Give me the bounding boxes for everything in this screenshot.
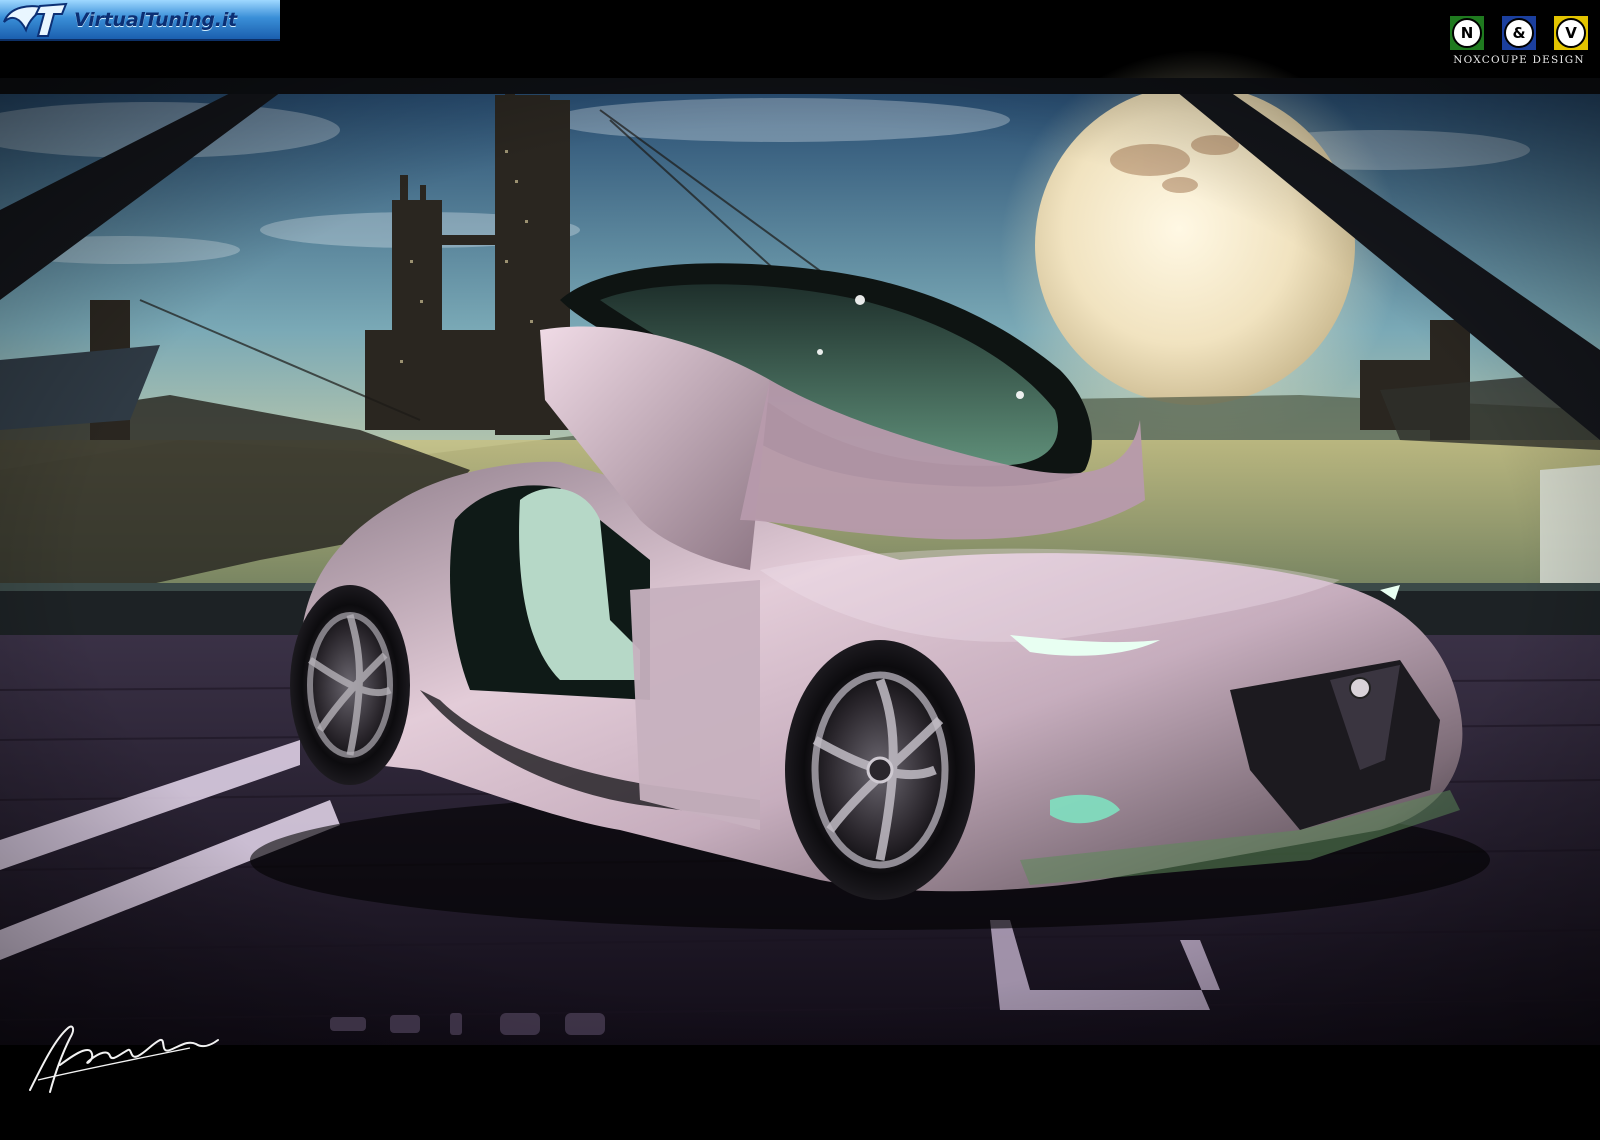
site-name: VirtualTuning.it — [74, 8, 238, 31]
logo-letter-v: V — [1556, 18, 1586, 48]
floor-marking-text — [330, 1013, 605, 1035]
logo-caption: NOXCOUPE DESIGN — [1453, 54, 1585, 66]
vt-logo-icon — [0, 0, 70, 39]
logo-letter-ampersand: & — [1504, 18, 1534, 48]
artwork-canvas: VirtualTuning.it N & V NOXCOUPE DESIGN — [0, 0, 1600, 1140]
noxcoupe-design-logo: N & V NOXCOUPE DESIGN — [1450, 16, 1588, 66]
artist-signature — [29, 1025, 219, 1093]
logo-letter-n: N — [1452, 18, 1482, 48]
virtualtuning-badge[interactable]: VirtualTuning.it — [0, 0, 280, 41]
logo-tile-ampersand: & — [1502, 16, 1536, 50]
logo-tile-n: N — [1450, 16, 1484, 50]
logo-tile-v: V — [1554, 16, 1588, 50]
car-artwork — [0, 0, 1600, 1140]
